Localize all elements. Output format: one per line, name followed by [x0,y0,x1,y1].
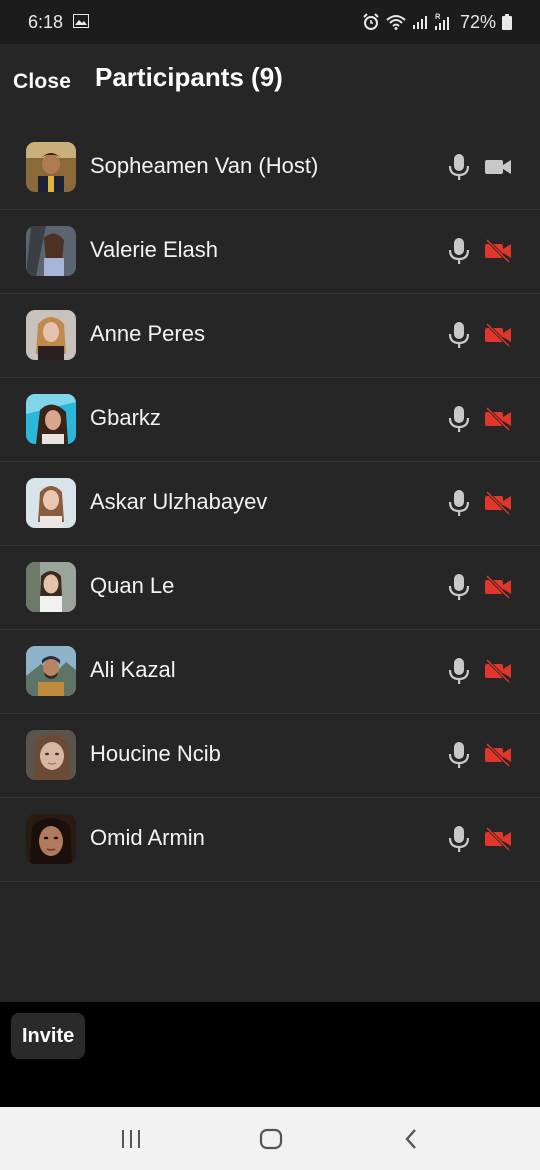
battery-icon [502,14,512,30]
video-off-icon[interactable] [484,323,512,347]
microphone-icon[interactable] [448,741,470,769]
video-off-icon[interactable] [484,827,512,851]
bottom-toolbar: Invite [0,1002,540,1107]
participant-row[interactable]: Gbarkz [0,378,540,462]
participant-row[interactable]: Valerie Elash [0,210,540,294]
video-off-icon[interactable] [484,491,512,515]
battery-percentage: 72% [459,11,496,32]
participant-row[interactable]: Quan Le [0,546,540,630]
page-title: Participants (9) [95,62,283,92]
microphone-icon[interactable] [448,237,470,265]
status-time: 6:18 [28,11,64,32]
participant-row[interactable]: Anne Peres [0,294,540,378]
avatar [26,478,76,528]
gallery-icon [73,12,90,33]
video-off-icon[interactable] [484,659,512,683]
close-button[interactable]: Close [13,70,71,94]
microphone-icon[interactable] [448,405,470,433]
avatar [26,562,76,612]
avatar [26,814,76,864]
participant-name: Houcine Ncib [90,741,221,766]
participant-name: Anne Peres [90,321,205,346]
microphone-icon[interactable] [448,825,470,853]
microphone-icon[interactable] [448,573,470,601]
participant-name: Sopheamen Van (Host) [90,153,319,178]
status-bar: 6:18 72% [0,0,540,44]
system-nav-bar [0,1107,540,1170]
recent-apps-icon[interactable] [120,1129,142,1149]
back-icon[interactable] [403,1128,419,1150]
participant-name: Ali Kazal [90,657,176,682]
video-camera-icon[interactable] [484,155,512,179]
video-off-icon[interactable] [484,743,512,767]
participant-list: Sopheamen Van (Host) Valerie Elash Anne … [0,126,540,882]
avatar [26,394,76,444]
home-icon[interactable] [259,1128,283,1150]
participants-screen: 6:18 72% Close Participants (9) Sopheame… [0,0,540,1170]
microphone-icon[interactable] [448,489,470,517]
participant-row[interactable]: Sopheamen Van (Host) [0,126,540,210]
microphone-icon[interactable] [448,321,470,349]
video-off-icon[interactable] [484,239,512,263]
microphone-icon[interactable] [448,657,470,685]
participant-name: Askar Ulzhabayev [90,489,268,514]
video-off-icon[interactable] [484,575,512,599]
signal-icon [412,14,428,30]
participant-name: Quan Le [90,573,175,598]
participant-row[interactable]: Ali Kazal [0,630,540,714]
participant-name: Omid Armin [90,825,205,850]
participant-row[interactable]: Houcine Ncib [0,714,540,798]
microphone-icon[interactable] [448,153,470,181]
participant-row[interactable]: Askar Ulzhabayev [0,462,540,546]
participant-name: Valerie Elash [90,237,218,262]
avatar [26,142,76,192]
avatar [26,730,76,780]
wifi-icon [386,14,406,30]
participant-name: Gbarkz [90,405,161,430]
video-off-icon[interactable] [484,407,512,431]
avatar [26,310,76,360]
alarm-icon [362,13,380,31]
signal-r-icon [434,13,450,31]
invite-button[interactable]: Invite [11,1013,86,1059]
participant-row[interactable]: Omid Armin [0,798,540,882]
header: Close Participants (9) [0,44,540,124]
avatar [26,646,76,696]
avatar [26,226,76,276]
